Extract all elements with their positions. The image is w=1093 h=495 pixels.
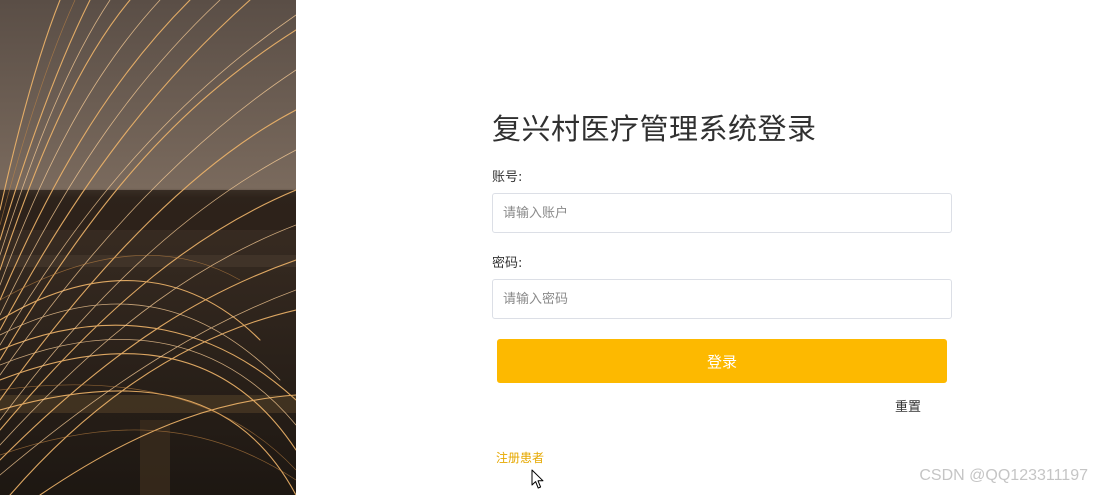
reset-button[interactable]: 重置: [895, 396, 921, 415]
login-form: 复兴村医疗管理系统登录 账号: 密码: 登录 重置 注册患者: [492, 0, 952, 495]
login-page: 复兴村医疗管理系统登录 账号: 密码: 登录 重置 注册患者 CSDN @QQ1…: [0, 0, 1093, 495]
csdn-watermark: CSDN @QQ123311197: [919, 467, 1088, 484]
password-input[interactable]: [492, 279, 952, 319]
login-button[interactable]: 登录: [497, 339, 947, 383]
page-title: 复兴村医疗管理系统登录: [492, 112, 817, 146]
register-patient-link[interactable]: 注册患者: [496, 449, 544, 466]
mouse-pointer-icon: [531, 469, 545, 494]
account-label: 账号:: [492, 170, 523, 185]
password-label: 密码:: [492, 256, 523, 271]
account-input[interactable]: [492, 193, 952, 233]
sparks-photo: [0, 0, 296, 495]
